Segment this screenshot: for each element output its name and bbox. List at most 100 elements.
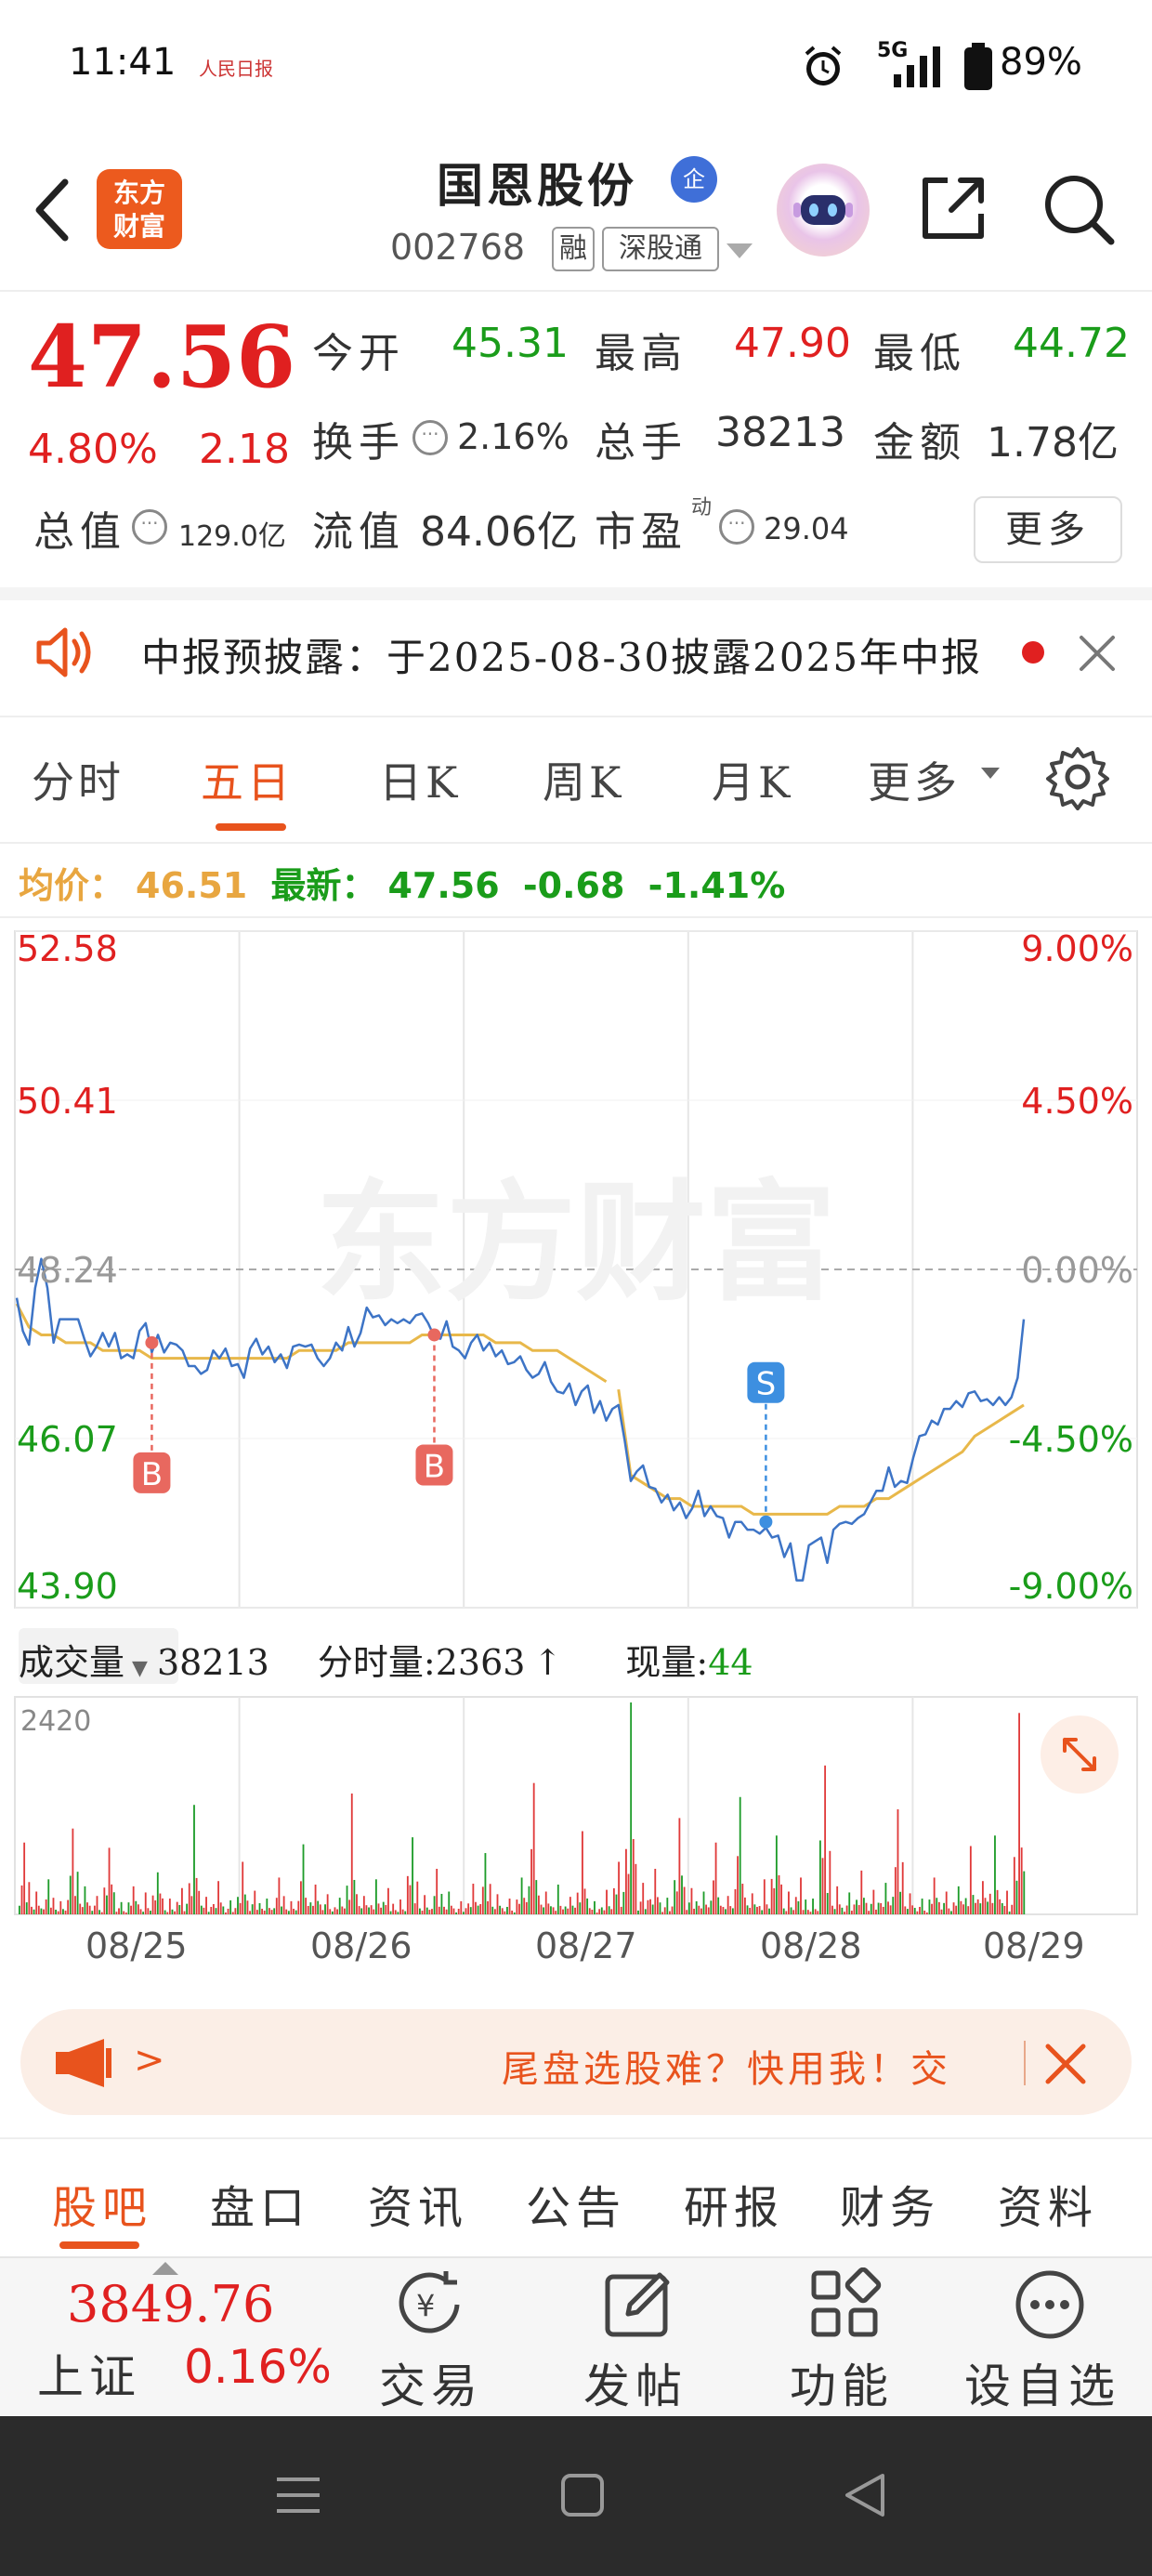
- volume-bar: [164, 1910, 166, 1914]
- promo-text[interactable]: 尾盘选股难？快用我！交: [502, 2039, 951, 2093]
- volume-bar: [373, 1909, 375, 1914]
- tab-orderbook[interactable]: 盘口: [210, 2171, 310, 2236]
- volume-bar: [530, 1848, 532, 1914]
- market-cap-info-icon[interactable]: ···: [132, 509, 167, 545]
- volume-bar: [275, 1898, 278, 1914]
- price-chart[interactable]: 东方财富 B B S 52.58 9.00% 50.41 4.50% 48.24 0.00% 46.…: [0, 918, 1152, 1624]
- volume-bar: [984, 1898, 987, 1914]
- volume-bar: [387, 1887, 389, 1914]
- function-label[interactable]: 功能: [790, 2349, 894, 2416]
- volume-bar: [251, 1904, 254, 1914]
- close-icon[interactable]: [1076, 632, 1119, 675]
- volume-bar: [710, 1900, 713, 1914]
- tab-guba[interactable]: 股吧: [52, 2171, 152, 2236]
- ai-assistant-avatar[interactable]: [777, 164, 870, 256]
- volume-bar: [948, 1908, 950, 1914]
- tab-research[interactable]: 研报: [684, 2171, 784, 2236]
- volume-bar: [535, 1880, 538, 1914]
- notice-text[interactable]: 中报预披露：于2025-08-30披露2025年中报: [141, 626, 982, 683]
- volume-bar: [290, 1900, 293, 1914]
- back-nav-icon[interactable]: [842, 2472, 888, 2518]
- volume-bar: [433, 1896, 436, 1914]
- app-logo[interactable]: 东方 财富: [97, 169, 182, 249]
- tab-monthly-k[interactable]: 月K: [712, 749, 793, 810]
- trade-marker-label: B: [424, 1448, 445, 1485]
- volume-bar: [312, 1905, 314, 1914]
- volume-bar: [1006, 1890, 1008, 1914]
- tag-dropdown-icon[interactable]: [727, 243, 753, 258]
- close-icon[interactable]: [1042, 2041, 1089, 2087]
- date-label: 08/27: [535, 1925, 637, 1966]
- search-icon[interactable]: [1041, 171, 1119, 249]
- trade-label[interactable]: 交易: [379, 2349, 483, 2416]
- volume-bar: [436, 1869, 439, 1914]
- y-tick-left: 43.90: [17, 1566, 118, 1607]
- volume-bar: [203, 1907, 205, 1914]
- more-icon[interactable]: [1013, 2267, 1087, 2342]
- apps-icon[interactable]: [808, 2267, 883, 2342]
- tab-profile[interactable]: 资料: [998, 2171, 1098, 2236]
- volume-bar: [493, 1909, 496, 1914]
- connect-tag[interactable]: 深股通: [602, 227, 719, 271]
- volume-bar: [975, 1902, 976, 1914]
- tab-daily-k[interactable]: 日K: [379, 749, 461, 810]
- trade-icon[interactable]: ¥: [388, 2267, 472, 2342]
- index-value[interactable]: 3849.76: [67, 2275, 274, 2333]
- index-change[interactable]: 0.16%: [184, 2340, 332, 2394]
- index-name[interactable]: 上证: [37, 2340, 141, 2407]
- chevron-down-icon[interactable]: [981, 768, 1000, 779]
- volume-bar: [848, 1892, 851, 1914]
- volume-bar: [945, 1891, 948, 1914]
- home-icon[interactable]: [559, 2472, 606, 2518]
- latest-label: 最新：: [270, 865, 377, 906]
- tab-more[interactable]: 更多: [868, 749, 961, 810]
- recent-apps-icon[interactable]: [275, 2472, 321, 2518]
- volume-bar: [649, 1899, 651, 1914]
- volume-bar: [1008, 1911, 1011, 1914]
- volume-bar: [368, 1907, 370, 1914]
- volume-bar: [656, 1897, 659, 1914]
- low-value: 44.72: [1013, 320, 1130, 367]
- avg-value: 46.51: [136, 865, 248, 906]
- volume-bar: [74, 1896, 76, 1914]
- caret-up-icon[interactable]: [152, 2262, 178, 2275]
- volume-bar: [438, 1906, 440, 1914]
- volume-bar: [118, 1908, 120, 1914]
- more-quote-button[interactable]: 更多: [974, 496, 1122, 563]
- volume-bar: [234, 1908, 237, 1914]
- tab-news[interactable]: 资讯: [368, 2171, 468, 2236]
- volume-bar: [722, 1907, 725, 1914]
- volume-bar: [805, 1899, 807, 1914]
- volume-bar: [186, 1903, 189, 1914]
- volume-bar: [205, 1897, 207, 1914]
- volume-bar: [506, 1906, 508, 1914]
- gear-icon[interactable]: [1044, 743, 1111, 810]
- watermark: 东方财富: [316, 1168, 836, 1320]
- turnover-info-icon[interactable]: ···: [412, 420, 448, 455]
- battery-percent: 89%: [1000, 41, 1082, 84]
- compose-icon[interactable]: [602, 2267, 676, 2342]
- pe-info-icon[interactable]: ···: [719, 509, 754, 545]
- status-bar: 11:41 人民日报 5G 89%: [0, 0, 1152, 130]
- tab-five-day[interactable]: 五日: [201, 749, 294, 810]
- volume-bar: [258, 1902, 261, 1914]
- volume-bar: [737, 1856, 739, 1914]
- volume-bar: [135, 1900, 137, 1914]
- volume-bar: [278, 1877, 281, 1914]
- volume-chart[interactable]: 2420: [0, 1617, 1152, 1924]
- volume-bar: [362, 1896, 365, 1914]
- tab-weekly-k[interactable]: 周K: [543, 749, 624, 810]
- share-icon[interactable]: [916, 171, 990, 245]
- volume-bar: [111, 1884, 113, 1914]
- back-icon[interactable]: [28, 177, 80, 243]
- volume-bar: [940, 1909, 943, 1914]
- volume-bar: [537, 1895, 540, 1914]
- tab-announcements[interactable]: 公告: [526, 2171, 626, 2236]
- divider: [0, 290, 1152, 292]
- post-label[interactable]: 发帖: [583, 2349, 687, 2416]
- volume-bar: [675, 1891, 678, 1914]
- add-watchlist-label[interactable]: 设自选: [964, 2349, 1120, 2416]
- volume-bar: [469, 1907, 472, 1914]
- tab-intraday[interactable]: 分时: [32, 749, 124, 810]
- tab-finance[interactable]: 财务: [840, 2171, 940, 2236]
